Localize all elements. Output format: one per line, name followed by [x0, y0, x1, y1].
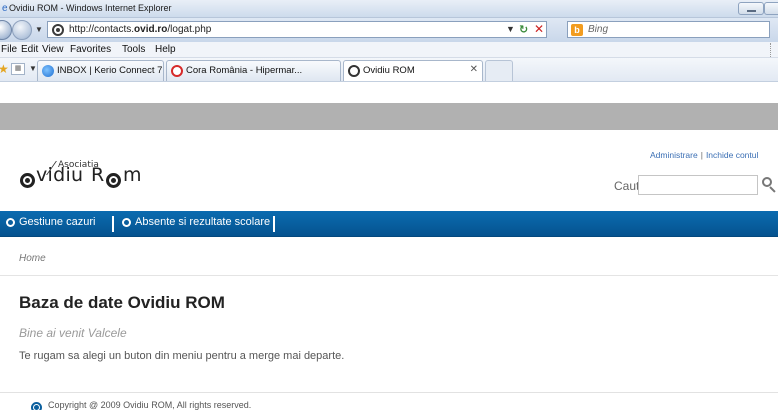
- tab-cora[interactable]: Cora România - Hipermar...: [166, 60, 341, 81]
- menu-edit[interactable]: Edit: [21, 44, 38, 55]
- tab-bar: ★ ▦ ▼ INBOX | Kerio Connect 7.0.... Cora…: [0, 58, 778, 82]
- footer-divider: [0, 392, 778, 393]
- command-bar-band: [0, 103, 778, 130]
- back-button[interactable]: [0, 20, 12, 40]
- toolbar-grip: [770, 43, 778, 57]
- menu-view[interactable]: View: [42, 44, 64, 55]
- ie-page-icon: [42, 65, 54, 77]
- close-account-link[interactable]: Inchide contul: [706, 150, 758, 160]
- logo-text-r: R: [91, 164, 105, 186]
- minimize-button[interactable]: [738, 2, 764, 15]
- bullet-icon: [122, 218, 131, 227]
- window-title: Ovidiu ROM - Windows Internet Explorer: [9, 3, 172, 13]
- logo-text-vidiu: vidiu: [36, 164, 84, 186]
- tab-label: Ovidiu ROM: [363, 65, 415, 76]
- close-tab-icon[interactable]: ✕: [470, 64, 478, 75]
- search-icon[interactable]: [760, 176, 778, 194]
- tab-list-dropdown-icon[interactable]: ▼: [29, 64, 37, 73]
- menu-file[interactable]: File: [1, 44, 17, 55]
- site-search-input[interactable]: [638, 175, 758, 195]
- main-nav: Gestiune cazuri Absente si rezultate sco…: [0, 211, 778, 237]
- nav-separator: [112, 216, 114, 232]
- nav-absente-rezultate[interactable]: Absente si rezultate scolare: [122, 216, 272, 232]
- breadcrumb-home[interactable]: Home: [19, 253, 46, 264]
- menu-bar: File Edit View Favorites Tools Help: [0, 42, 778, 58]
- ovidiu-icon: [348, 65, 360, 77]
- address-dropdown-icon[interactable]: ▼: [506, 24, 515, 34]
- quick-tabs-icon[interactable]: ▦: [11, 63, 25, 75]
- site-logo[interactable]: Asociatia vidiu R m: [20, 160, 150, 204]
- window-titlebar: e Ovidiu ROM - Windows Internet Explorer: [0, 0, 778, 18]
- bing-icon: b: [571, 24, 583, 36]
- welcome-message: Bine ai venit Valcele: [19, 326, 127, 340]
- page-title: Baza de date Ovidiu ROM: [19, 293, 225, 312]
- search-placeholder[interactable]: Bing: [588, 24, 608, 35]
- logo-o-icon: [106, 173, 121, 188]
- tab-ovidiu-rom[interactable]: Ovidiu ROM ✕: [343, 60, 483, 81]
- address-toolbar: ▼ http://contacts.ovid.ro/logat.php ▼ ↻ …: [0, 18, 778, 42]
- stop-icon[interactable]: ✕: [534, 22, 544, 36]
- logo-text-m: m: [123, 164, 142, 186]
- footer-logo-icon: [31, 402, 42, 410]
- cora-icon: [171, 65, 183, 77]
- copyright-text: Copyright @ 2009 Ovidiu ROM, All rights …: [48, 400, 252, 410]
- tab-kerio[interactable]: INBOX | Kerio Connect 7.0....: [37, 60, 164, 81]
- history-dropdown-icon[interactable]: ▼: [35, 25, 43, 34]
- account-links: Administrare | Inchide contul: [650, 150, 758, 160]
- search-box[interactable]: b Bing: [567, 21, 770, 38]
- bullet-icon: [6, 218, 15, 227]
- tab-label: INBOX | Kerio Connect 7.0....: [57, 65, 163, 76]
- divider: [0, 275, 778, 276]
- instruction-text: Te rugam sa alegi un buton din meniu pen…: [19, 350, 345, 362]
- nav-gestiune-cazuri[interactable]: Gestiune cazuri: [6, 216, 116, 232]
- new-tab-button[interactable]: [485, 60, 513, 81]
- nav-separator: [273, 216, 275, 232]
- refresh-icon[interactable]: ↻: [519, 23, 528, 36]
- site-favicon-icon: [52, 24, 64, 36]
- menu-help[interactable]: Help: [155, 44, 176, 55]
- logo-o-icon: [20, 173, 35, 188]
- menu-tools[interactable]: Tools: [122, 44, 145, 55]
- favorites-star-icon[interactable]: ★: [0, 62, 9, 76]
- address-input[interactable]: http://contacts.ovid.ro/logat.php ▼ ↻ ✕: [47, 21, 547, 38]
- forward-button[interactable]: [12, 20, 32, 40]
- menu-favorites[interactable]: Favorites: [70, 44, 111, 55]
- admin-link[interactable]: Administrare: [650, 150, 698, 160]
- tab-label: Cora România - Hipermar...: [186, 65, 303, 76]
- maximize-button[interactable]: [764, 2, 778, 15]
- address-url[interactable]: http://contacts.ovid.ro/logat.php: [69, 24, 211, 35]
- link-separator: |: [700, 150, 703, 160]
